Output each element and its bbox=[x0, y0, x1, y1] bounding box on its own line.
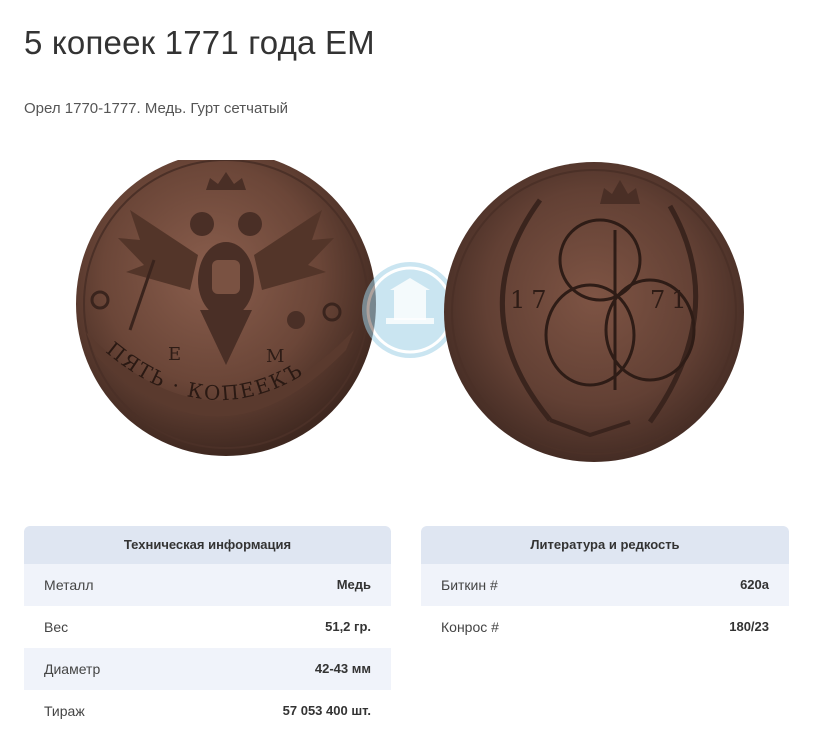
literature-rarity-panel: Литература и редкость Биткин # 620а Конр… bbox=[421, 526, 789, 648]
row-label: Биткин # bbox=[441, 577, 498, 593]
obverse-mint-right: М bbox=[266, 346, 284, 367]
row-value[interactable]: 620а bbox=[740, 564, 769, 606]
row-label: Металл bbox=[44, 577, 94, 593]
row-label: Диаметр bbox=[44, 661, 101, 677]
obverse-mint-left: Е bbox=[168, 344, 181, 365]
row-value: 51,2 гр. bbox=[325, 619, 371, 634]
table-row: Конрос # 180/23 bbox=[421, 606, 789, 648]
row-label: Конрос # bbox=[441, 619, 499, 635]
table-row: Тираж 57 053 400 шт. bbox=[24, 690, 391, 732]
page-subtitle: Орел 1770-1777. Медь. Гурт сетчатый bbox=[24, 100, 288, 117]
row-value: Медь bbox=[336, 577, 371, 592]
literature-rarity-heading: Литература и редкость bbox=[421, 526, 789, 564]
table-row: Металл Медь bbox=[24, 564, 391, 606]
watermark-logo bbox=[362, 262, 458, 358]
row-value: 42-43 мм bbox=[314, 661, 371, 676]
coin-images: Е М ПЯТЬ · КОПЕЕКЪ 17 71 bbox=[76, 160, 744, 462]
coin-obverse: Е М ПЯТЬ · КОПЕЕКЪ bbox=[76, 160, 376, 456]
reverse-year-left: 17 bbox=[510, 286, 553, 314]
row-value: 57 053 400 шт. bbox=[282, 703, 371, 718]
coin-reverse: 17 71 bbox=[444, 162, 744, 462]
row-label: Тираж bbox=[44, 703, 85, 719]
table-row: Диаметр 42-43 мм bbox=[24, 648, 391, 690]
table-row: Вес 51,2 гр. bbox=[24, 606, 391, 648]
technical-info-heading: Техническая информация bbox=[24, 526, 391, 564]
table-row: Биткин # 620а bbox=[421, 564, 789, 606]
reverse-year-right: 71 bbox=[650, 286, 693, 314]
literature-rarity-rows: Биткин # 620а Конрос # 180/23 bbox=[421, 564, 789, 648]
row-label: Вес bbox=[44, 619, 69, 635]
page-title: 5 копеек 1771 года ЕМ bbox=[24, 24, 375, 61]
row-value[interactable]: 180/23 bbox=[729, 606, 769, 648]
technical-info-panel: Техническая информация Металл Медь Вес 5… bbox=[24, 526, 391, 732]
technical-info-rows: Металл Медь Вес 51,2 гр. Диаметр 42-43 м… bbox=[24, 564, 391, 732]
